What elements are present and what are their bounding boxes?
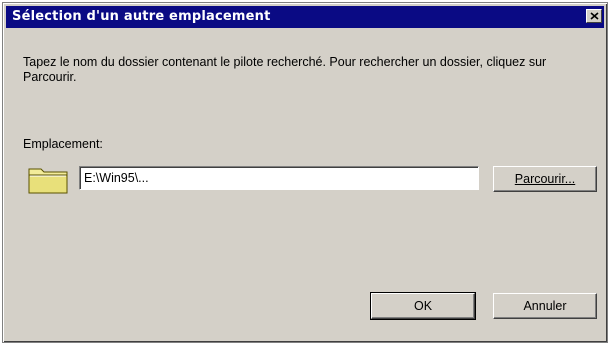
folder-icon [28,168,68,194]
close-icon [589,12,599,20]
dialog-window: Sélection d'un autre emplacement Tapez l… [2,2,608,343]
ok-button[interactable]: OK [370,292,476,320]
ok-button-label: OK [413,299,433,313]
browse-button[interactable]: Parcourir... [493,166,597,192]
window-title: Sélection d'un autre emplacement [12,9,271,24]
close-button[interactable] [586,9,602,23]
cancel-button[interactable]: Annuler [493,293,597,319]
browse-button-label: Parcourir... [514,172,576,186]
location-label-text: Emplacement: [23,137,103,151]
instruction-text: Tapez le nom du dossier contenant le pil… [23,55,547,84]
cancel-button-label: Annuler [523,299,567,313]
location-label: Emplacement: [23,137,103,151]
title-bar[interactable]: Sélection d'un autre emplacement [6,6,604,28]
location-input[interactable] [79,166,479,190]
